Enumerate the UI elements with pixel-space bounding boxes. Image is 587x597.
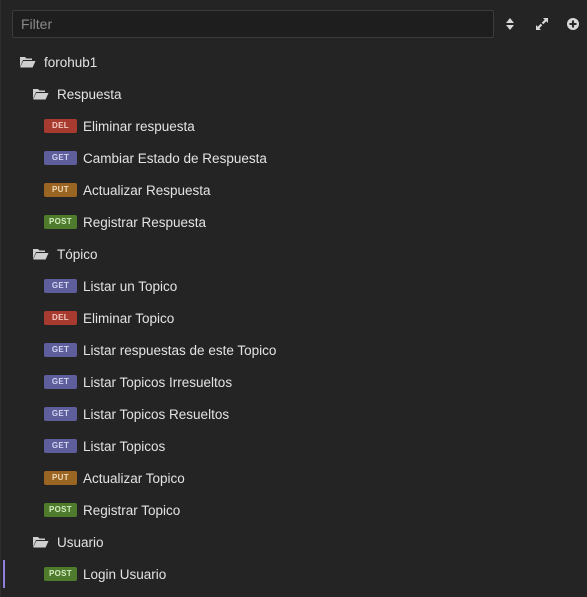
request-label: Listar Topicos Irresueltos bbox=[83, 374, 233, 390]
folder-usuario[interactable]: Usuario bbox=[1, 526, 587, 558]
collection-forohub1[interactable]: forohub1 bbox=[1, 46, 587, 78]
folder-open-icon bbox=[32, 535, 49, 549]
request-item[interactable]: GET Cambiar Estado de Respuesta bbox=[1, 142, 587, 174]
request-item[interactable]: DEL Eliminar respuesta bbox=[1, 110, 587, 142]
request-item[interactable]: PUT Actualizar Respuesta bbox=[1, 174, 587, 206]
request-item[interactable]: GET Listar Topicos Resueltos bbox=[1, 398, 587, 430]
folder-label: forohub1 bbox=[44, 54, 98, 70]
request-item[interactable]: POST Registrar Topico bbox=[1, 494, 587, 526]
folder-label: Usuario bbox=[57, 534, 104, 550]
method-badge: POST bbox=[44, 503, 77, 517]
method-badge: DEL bbox=[44, 119, 77, 133]
method-badge: GET bbox=[44, 407, 77, 421]
method-badge: GET bbox=[44, 343, 77, 357]
collection-tree: forohub1 Respuesta DEL Eliminar respuesta GE… bbox=[1, 46, 587, 590]
folder-respuesta[interactable]: Respuesta bbox=[1, 78, 587, 110]
request-item[interactable]: PUT Actualizar Topico bbox=[1, 462, 587, 494]
request-label: Cambiar Estado de Respuesta bbox=[83, 150, 267, 166]
method-badge: POST bbox=[44, 215, 77, 229]
request-label: Listar un Topico bbox=[83, 278, 178, 294]
filter-input[interactable] bbox=[12, 10, 494, 38]
request-label: Login Usuario bbox=[83, 566, 167, 582]
add-circle-icon[interactable] bbox=[563, 14, 583, 34]
collection-toolbar bbox=[1, 0, 587, 48]
request-label: Actualizar Topico bbox=[83, 470, 185, 486]
method-badge: GET bbox=[44, 279, 77, 293]
request-label: Listar Topicos Resueltos bbox=[83, 406, 230, 422]
folder-open-icon bbox=[19, 55, 36, 69]
request-label: Registrar Respuesta bbox=[83, 214, 207, 230]
request-item[interactable]: GET Listar Topicos bbox=[1, 430, 587, 462]
method-badge: PUT bbox=[44, 183, 77, 197]
folder-open-icon bbox=[32, 87, 49, 101]
request-label: Listar Topicos bbox=[83, 438, 166, 454]
request-collection-panel: forohub1 Respuesta DEL Eliminar respuesta GE… bbox=[0, 0, 587, 597]
request-label: Eliminar Topico bbox=[83, 310, 175, 326]
request-label: Actualizar Respuesta bbox=[83, 182, 211, 198]
folder-label: Respuesta bbox=[57, 86, 122, 102]
method-badge: GET bbox=[44, 151, 77, 165]
request-item[interactable]: GET Listar respuestas de este Topico bbox=[1, 334, 587, 366]
method-badge: GET bbox=[44, 375, 77, 389]
expand-arrows-icon[interactable] bbox=[532, 14, 552, 34]
request-item[interactable]: POST Login Usuario bbox=[1, 558, 587, 590]
method-badge: GET bbox=[44, 439, 77, 453]
request-item[interactable]: DEL Eliminar Topico bbox=[1, 302, 587, 334]
request-label: Eliminar respuesta bbox=[83, 118, 195, 134]
folder-label: Tópico bbox=[57, 246, 98, 262]
sort-updown-icon[interactable] bbox=[500, 14, 520, 34]
request-label: Listar respuestas de este Topico bbox=[83, 342, 277, 358]
method-badge: POST bbox=[44, 567, 77, 581]
method-badge: PUT bbox=[44, 471, 77, 485]
request-item[interactable]: GET Listar Topicos Irresueltos bbox=[1, 366, 587, 398]
request-item[interactable]: GET Listar un Topico bbox=[1, 270, 587, 302]
folder-topico[interactable]: Tópico bbox=[1, 238, 587, 270]
request-item[interactable]: POST Registrar Respuesta bbox=[1, 206, 587, 238]
folder-open-icon bbox=[32, 247, 49, 261]
request-label: Registrar Topico bbox=[83, 502, 181, 518]
method-badge: DEL bbox=[44, 311, 77, 325]
